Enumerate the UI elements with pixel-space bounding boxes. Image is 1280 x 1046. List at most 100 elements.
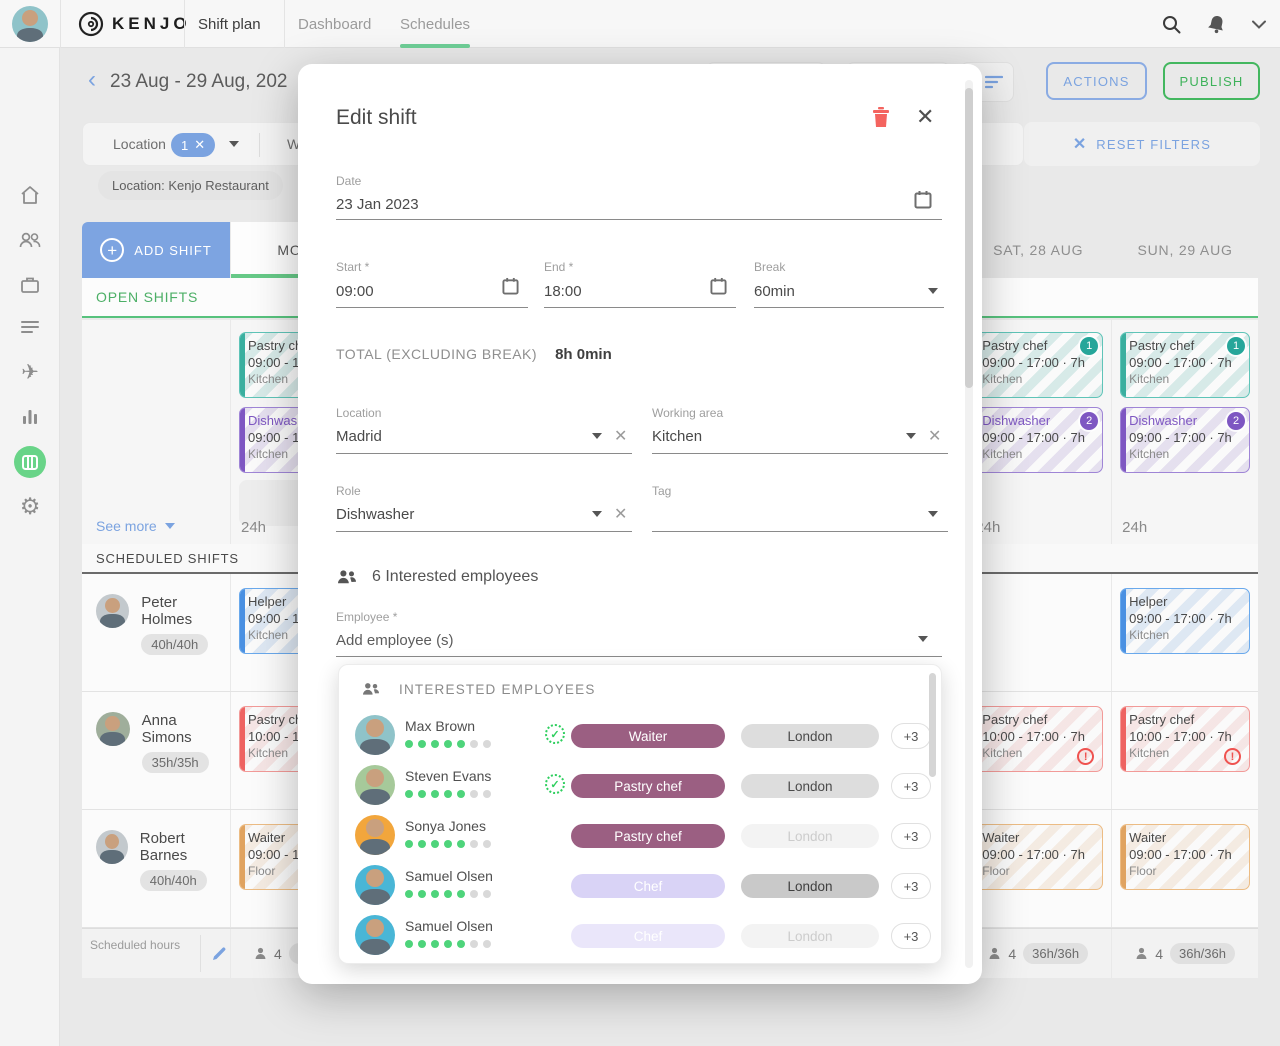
shift-title: Pastry chef xyxy=(982,712,1094,727)
start-field-value[interactable]: 09:00 xyxy=(336,283,374,300)
role-field-value[interactable]: Dishwasher xyxy=(336,506,414,523)
reports-bar-chart-icon[interactable] xyxy=(0,406,60,426)
previous-week-chevron-icon[interactable]: ‹ xyxy=(88,68,96,92)
field-underline xyxy=(544,307,736,308)
add-shift-button[interactable]: +ADD SHIFT xyxy=(82,222,230,278)
actions-button[interactable]: ACTIONS xyxy=(1046,62,1147,100)
edit-pencil-icon[interactable] xyxy=(207,929,230,979)
shift-title: Pastry chef xyxy=(1129,712,1241,727)
tab-saturday[interactable]: SAT, 28 AUG xyxy=(964,222,1111,278)
employee-count: 4 xyxy=(1008,946,1016,962)
shift-card-waiter[interactable]: Waiter 09:00 - 17:00 · 7h Floor xyxy=(1120,824,1250,890)
employee-option-samuel-olsen[interactable]: Samuel Olsen Chef London +3 xyxy=(339,861,941,911)
settings-gear-icon[interactable]: ⚙ xyxy=(0,494,60,520)
dropdown-scrollbar-thumb[interactable] xyxy=(929,673,936,777)
rating-dot xyxy=(418,790,426,798)
rating-dot xyxy=(470,840,478,848)
employee-avatar xyxy=(96,594,129,628)
active-tab-underline xyxy=(400,44,470,48)
total-label: TOTAL (EXCLUDING BREAK) xyxy=(336,346,537,362)
chevron-down-icon[interactable] xyxy=(1252,20,1266,29)
break-caret-icon[interactable] xyxy=(928,288,938,294)
shift-card-pastry-chef[interactable]: Pastry chef 10:00 - 17:00 · 7h Kitchen ! xyxy=(1120,706,1250,772)
employee-option-steven-evans[interactable]: Steven Evans ✓ Pastry chef London +3 xyxy=(339,761,941,811)
modal-scrollbar-thumb[interactable] xyxy=(965,88,973,388)
shift-title: Waiter xyxy=(1129,830,1241,845)
location-caret-icon[interactable] xyxy=(592,433,602,439)
shift-title: Pastry chef xyxy=(982,338,1094,353)
field-underline xyxy=(336,219,942,220)
time-off-airplane-icon[interactable]: ✈ xyxy=(0,360,60,384)
modal-title: Edit shift xyxy=(336,106,417,130)
rating-dot xyxy=(457,790,465,798)
see-more-link[interactable]: See more xyxy=(96,518,175,534)
reset-filters-button[interactable]: ✕ RESET FILTERS xyxy=(1024,122,1260,166)
delete-shift-trash-icon[interactable] xyxy=(872,106,890,128)
role-clear-x-icon[interactable]: ✕ xyxy=(614,508,627,522)
working-area-field-value[interactable]: Kitchen xyxy=(652,428,702,445)
tab-shift-plan[interactable]: Shift plan xyxy=(198,0,261,48)
employee-option-max-brown[interactable]: Max Brown ✓ Waiter London +3 xyxy=(339,711,941,761)
role-caret-icon[interactable] xyxy=(592,511,602,517)
employee-caret-icon[interactable] xyxy=(918,636,928,642)
employee-avatar xyxy=(355,715,395,755)
rating-dot xyxy=(483,840,491,848)
tag-caret-icon[interactable] xyxy=(928,511,938,517)
shift-card-helper[interactable]: Helper 09:00 - 17:00 · 7h Kitchen xyxy=(1120,588,1250,654)
location-filter-caret-icon[interactable] xyxy=(229,141,239,147)
employee-field-placeholder[interactable]: Add employee (s) xyxy=(336,632,454,649)
rating-dot xyxy=(483,740,491,748)
shift-card-pastry-chef[interactable]: Pastry chef 10:00 - 17:00 · 7h Kitchen ! xyxy=(973,706,1103,772)
open-shift-card-dishwasher[interactable]: 2 Dishwasher 09:00 - 17:00 · 7h Kitchen xyxy=(1120,407,1250,473)
shift-time: 09:00 - 17:00 · 7h xyxy=(982,355,1094,370)
kenjo-logo[interactable]: KENJO xyxy=(78,11,191,37)
open-shift-card-pastry-chef[interactable]: 1 Pastry chef 09:00 - 17:00 · 7h Kitchen xyxy=(973,332,1103,398)
rating-dot xyxy=(431,840,439,848)
home-icon[interactable] xyxy=(0,184,60,206)
calendar-icon[interactable] xyxy=(710,277,727,295)
reset-x-icon: ✕ xyxy=(1073,134,1086,154)
working-area-clear-x-icon[interactable]: ✕ xyxy=(928,430,941,444)
employee-option-sonya-jones[interactable]: Sonya Jones Pastry chef London +3 xyxy=(339,811,941,861)
tab-schedules[interactable]: Schedules xyxy=(400,0,470,48)
search-icon[interactable] xyxy=(1162,15,1181,34)
working-area-caret-icon[interactable] xyxy=(906,433,916,439)
user-avatar[interactable] xyxy=(12,6,48,42)
date-field-value[interactable]: 23 Jan 2023 xyxy=(336,196,419,213)
shift-plan-active-icon[interactable] xyxy=(0,446,60,478)
location-field-label: Location xyxy=(336,406,381,420)
publish-button[interactable]: PUBLISH xyxy=(1163,62,1260,100)
shift-count-badge: 2 xyxy=(1080,412,1098,430)
employee-name: Samuel Olsen xyxy=(405,918,493,934)
shift-card-waiter[interactable]: Waiter 09:00 - 17:00 · 7h Floor xyxy=(973,824,1103,890)
close-modal-x-icon[interactable]: ✕ xyxy=(916,104,934,130)
conflict-warning-icon: ! xyxy=(1077,748,1094,765)
location-clear-x-icon[interactable]: ✕ xyxy=(614,430,627,444)
active-filter-chip[interactable]: Location: Kenjo Restaurant xyxy=(98,171,283,200)
end-field-label: End * xyxy=(544,260,573,274)
end-field-value[interactable]: 18:00 xyxy=(544,283,582,300)
notifications-bell-icon[interactable] xyxy=(1207,14,1226,34)
open-shift-card-dishwasher[interactable]: 2 Dishwasher 09:00 - 17:00 · 7h Kitchen xyxy=(973,407,1103,473)
location-filter-count-pill[interactable]: 1✕ xyxy=(171,133,215,157)
open-shifts-label: OPEN SHIFTS xyxy=(96,289,198,305)
role-pill: Pastry chef xyxy=(571,824,725,848)
employee-hours-chip: 40h/40h xyxy=(141,634,208,655)
clear-filter-x-icon[interactable]: ✕ xyxy=(194,137,205,153)
calendar-icon[interactable] xyxy=(914,190,932,209)
rating-dot xyxy=(405,940,413,948)
interested-employees-dropdown: INTERESTED EMPLOYEES Max Brown ✓ Waiter … xyxy=(338,664,942,964)
shift-time: 09:00 - 17:00 · 7h xyxy=(1129,430,1241,445)
shift-list-icon[interactable] xyxy=(0,318,60,338)
shift-area: Floor xyxy=(982,864,1094,878)
location-filter-label[interactable]: Location xyxy=(113,136,166,152)
calendar-icon[interactable] xyxy=(502,277,519,295)
location-field-value[interactable]: Madrid xyxy=(336,428,382,445)
employee-option-samuel-olsen-2[interactable]: Samuel Olsen Chef London +3 xyxy=(339,911,941,961)
tab-dashboard[interactable]: Dashboard xyxy=(298,0,371,48)
break-field-value[interactable]: 60min xyxy=(754,283,795,300)
open-shift-card-pastry-chef[interactable]: 1 Pastry chef 09:00 - 17:00 · 7h Kitchen xyxy=(1120,332,1250,398)
tab-sunday[interactable]: SUN, 29 AUG xyxy=(1111,222,1258,278)
briefcase-icon[interactable] xyxy=(0,274,60,296)
people-icon[interactable] xyxy=(0,229,60,251)
